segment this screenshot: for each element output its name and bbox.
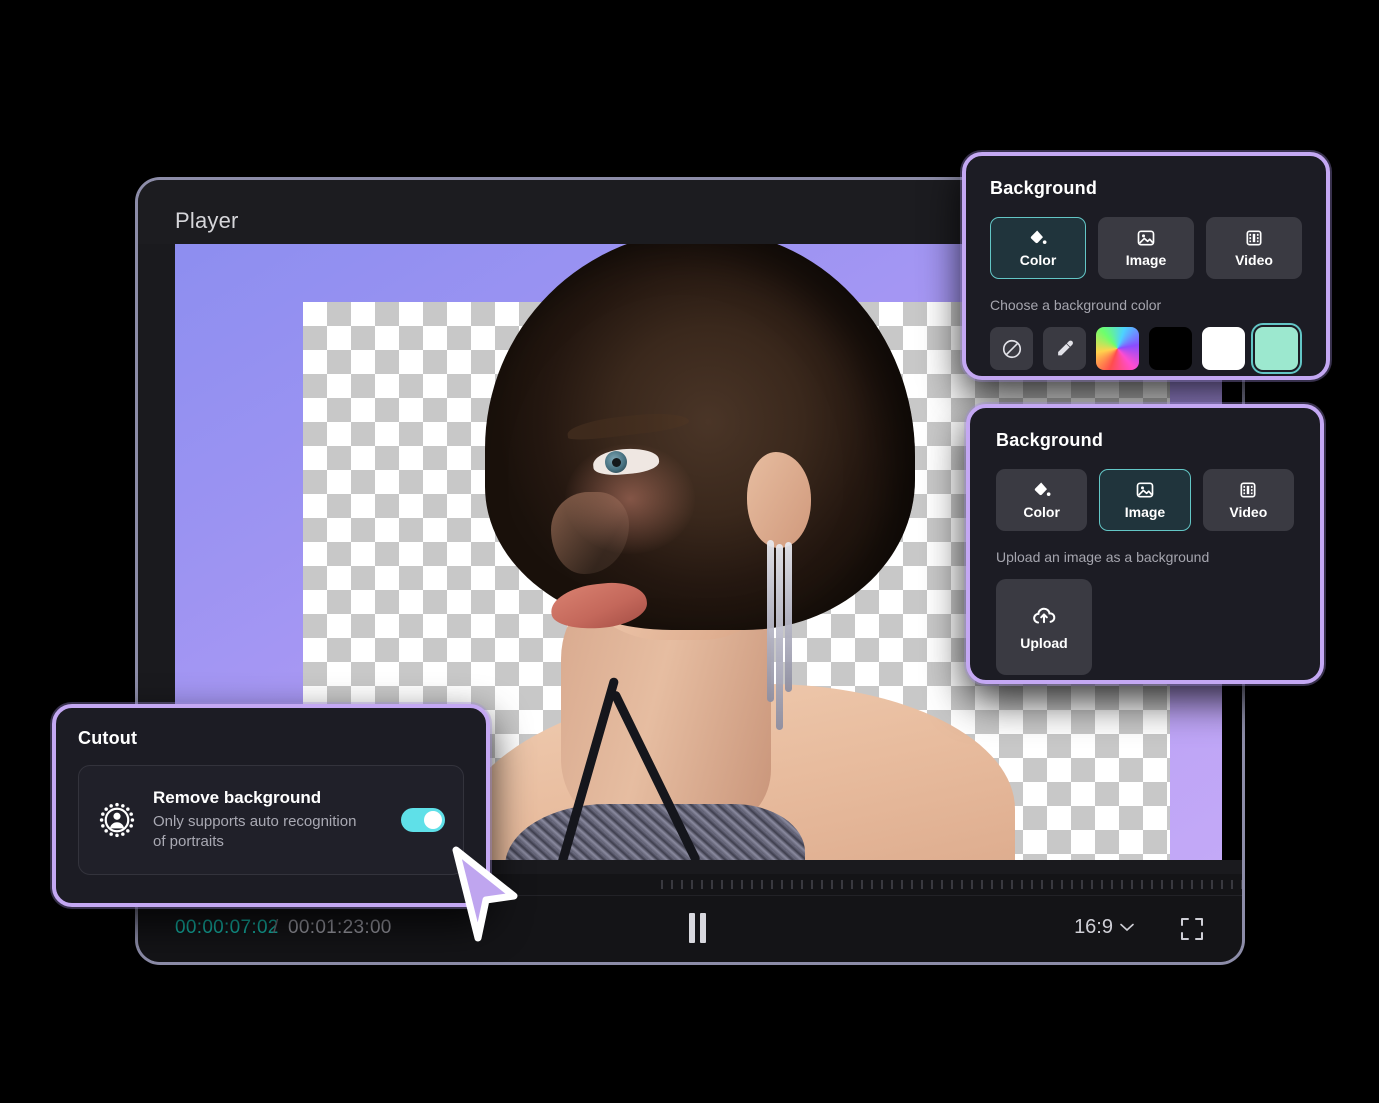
upload-button[interactable]: Upload <box>996 579 1092 675</box>
paint-bucket-icon <box>1034 482 1051 496</box>
swatch-eyedropper[interactable] <box>1043 327 1086 370</box>
swatch-black[interactable] <box>1149 327 1192 370</box>
cutout-panel: Cutout Remove background Only supports a… <box>52 704 490 907</box>
portrait-recognition-icon <box>99 802 135 838</box>
earring-strand <box>776 544 783 730</box>
hair-front-layer <box>485 244 915 630</box>
earring-strand <box>767 540 774 702</box>
pause-icon[interactable] <box>682 913 712 945</box>
tab-color[interactable]: Color <box>996 469 1088 531</box>
total-duration-timecode: 00:01:23:00 <box>288 917 392 938</box>
earring-strand <box>785 542 792 692</box>
film-icon <box>1240 482 1256 498</box>
film-icon <box>1246 230 1262 246</box>
aspect-ratio-label: 16:9 <box>1074 916 1113 938</box>
current-timecode: 00:00:07:02 <box>175 917 279 938</box>
aspect-ratio-selector[interactable]: 16:9 <box>1074 916 1134 939</box>
tab-image-label: Image <box>1125 252 1167 268</box>
background-image-panel: Background Color Image Video Upload an i… <box>966 404 1324 684</box>
tab-color-label: Color <box>1019 252 1057 268</box>
swatch-mint[interactable] <box>1251 323 1302 374</box>
cutout-option-subtitle: Only supports auto recognition of portra… <box>153 812 357 850</box>
page-title: Player <box>175 208 239 233</box>
remove-background-toggle[interactable] <box>401 808 445 832</box>
fullscreen-icon[interactable] <box>1180 917 1204 941</box>
tab-image[interactable]: Image <box>1098 217 1194 279</box>
cutout-text-group: Remove background Only supports auto rec… <box>153 788 385 853</box>
tab-video-label: Video <box>1235 252 1273 268</box>
image-icon <box>1137 230 1155 246</box>
cutout-option-title: Remove background <box>153 787 322 807</box>
eyedropper-icon <box>1057 340 1073 355</box>
swatch-white[interactable] <box>1202 327 1245 370</box>
tab-color-label: Color <box>1023 504 1060 520</box>
panel-title: Cutout <box>78 728 138 748</box>
tab-color[interactable]: Color <box>990 217 1086 279</box>
no-color-icon <box>1002 339 1021 358</box>
tab-image-label: Image <box>1124 504 1166 520</box>
pause-bar-left <box>689 913 695 943</box>
color-swatch-row <box>990 323 1302 374</box>
background-type-tabs: Color Image Video <box>996 469 1294 531</box>
chevron-down-icon <box>1120 923 1134 932</box>
tab-image[interactable]: Image <box>1099 469 1191 531</box>
tab-video[interactable]: Video <box>1206 217 1302 279</box>
timecode-separator: / <box>273 917 279 938</box>
paint-bucket-icon <box>1030 230 1047 244</box>
background-image-helper-text: Upload an image as a background <box>996 549 1210 565</box>
tab-video-label: Video <box>1229 504 1268 520</box>
panel-title: Background <box>990 178 1098 198</box>
background-type-tabs: Color Image Video <box>990 217 1302 279</box>
background-color-helper-text: Choose a background color <box>990 297 1162 313</box>
ear-layer <box>747 452 811 548</box>
timeline-tick-marks <box>661 880 1242 889</box>
background-color-panel: Background Color Image Video Choose a ba… <box>962 152 1330 380</box>
pause-bar-right <box>700 913 706 943</box>
panel-title: Background <box>996 430 1104 450</box>
swatch-color-picker[interactable] <box>1096 327 1139 370</box>
cloud-upload-icon <box>1033 607 1056 624</box>
tab-video[interactable]: Video <box>1202 469 1294 531</box>
pupil-layer <box>612 458 621 467</box>
remove-background-row[interactable]: Remove background Only supports auto rec… <box>78 765 464 875</box>
image-icon <box>1136 482 1154 498</box>
upload-label: Upload <box>1020 635 1068 651</box>
swatch-no-color[interactable] <box>990 327 1033 370</box>
